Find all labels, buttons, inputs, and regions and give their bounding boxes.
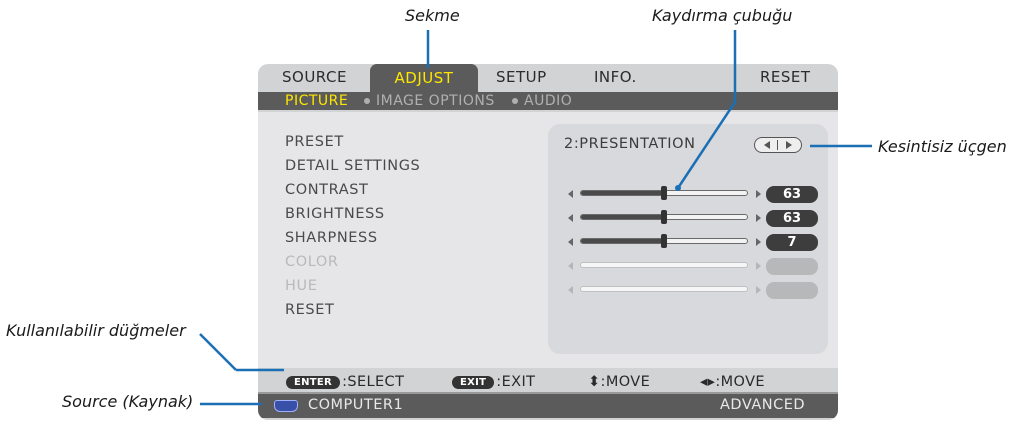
hue-slider (568, 282, 818, 299)
move-updown-hint: ⬍:MOVE (588, 374, 651, 390)
slider-track[interactable] (580, 234, 748, 248)
callout-buttons: Kullanılabilir düğmeler (6, 321, 186, 340)
projector-osd-menu: SOURCE ADJUST SETUP INFO. RESET PICTURE … (258, 64, 838, 420)
callout-triangle: Kesintisiz üçgen (878, 137, 1007, 156)
left-arrow-icon[interactable] (568, 214, 573, 222)
right-arrow-icon[interactable] (756, 214, 761, 222)
callout-source: Source (Kaynak) (62, 392, 194, 411)
tab-source[interactable]: SOURCE (282, 68, 347, 92)
subtab-separator (364, 98, 370, 104)
buttons-callout-line-diagonal (199, 333, 237, 371)
menu-mode: ADVANCED (720, 397, 806, 413)
slider-track (580, 286, 748, 292)
slider-track[interactable] (580, 210, 748, 224)
preset-label[interactable]: PRESET (285, 134, 344, 150)
source-bar: COMPUTER1 ADVANCED (258, 392, 838, 418)
slider-knob[interactable] (661, 186, 667, 200)
detail-settings-label[interactable]: DETAIL SETTINGS (285, 158, 420, 174)
tab-adjust[interactable]: ADJUST (370, 64, 478, 92)
subtab-bar: PICTURE IMAGE OPTIONS AUDIO (258, 92, 838, 110)
brightness-label[interactable]: BRIGHTNESS (285, 206, 385, 222)
exit-key-badge: EXIT (452, 376, 495, 389)
selector-divider (777, 140, 778, 150)
settings-panel: 2:PRESENTATION 63 63 7 (548, 124, 828, 354)
slider-track (580, 262, 748, 268)
enter-hint: ENTER:SELECT (286, 374, 404, 390)
contrast-slider[interactable]: 63 (568, 186, 818, 203)
slider-track[interactable] (580, 186, 748, 200)
left-arrow-icon[interactable] (568, 190, 573, 198)
slider-knob[interactable] (661, 210, 667, 224)
enter-action: :SELECT (342, 374, 405, 390)
right-triangle-icon[interactable] (786, 141, 792, 149)
right-arrow-icon (756, 286, 761, 294)
sharpness-value: 7 (766, 234, 818, 251)
exit-action: :EXIT (496, 374, 536, 390)
hue-value (766, 282, 818, 299)
exit-hint: EXIT:EXIT (452, 374, 535, 390)
source-name: COMPUTER1 (308, 397, 404, 413)
subtab-image-options[interactable]: IMAGE OPTIONS (376, 92, 495, 110)
subtab-separator (512, 98, 518, 104)
tab-setup[interactable]: SETUP (496, 68, 547, 92)
preset-value: 2:PRESENTATION (564, 136, 696, 152)
color-value (766, 258, 818, 275)
left-arrow-icon (568, 262, 573, 270)
vga-connector-icon (274, 400, 298, 412)
reset-label[interactable]: RESET (285, 302, 334, 318)
preset-selector[interactable] (754, 137, 802, 153)
right-arrow-icon (756, 262, 761, 270)
left-arrow-icon (568, 286, 573, 294)
slider-knob[interactable] (661, 234, 667, 248)
color-label: COLOR (285, 254, 339, 270)
contrast-label[interactable]: CONTRAST (285, 182, 369, 198)
menu-body: PRESET DETAIL SETTINGS CONTRAST BRIGHTNE… (258, 112, 838, 368)
move-leftright-hint: ◂▸:MOVE (700, 374, 765, 390)
tab-info[interactable]: INFO. (594, 68, 637, 92)
brightness-value: 63 (766, 210, 818, 227)
slider-fill (581, 239, 664, 243)
slider-fill (581, 215, 664, 219)
sharpness-label[interactable]: SHARPNESS (285, 230, 378, 246)
subtab-audio[interactable]: AUDIO (524, 92, 572, 110)
brightness-slider[interactable]: 63 (568, 210, 818, 227)
callout-tab: Sekme (405, 6, 460, 25)
left-triangle-icon[interactable] (764, 141, 770, 149)
left-arrow-icon[interactable] (568, 238, 573, 246)
callout-scrollbar: Kaydırma çubuğu (652, 6, 793, 25)
color-slider (568, 258, 818, 275)
right-arrow-icon[interactable] (756, 238, 761, 246)
tab-bar: SOURCE ADJUST SETUP INFO. RESET (258, 64, 838, 92)
slider-fill (581, 191, 664, 195)
subtab-picture[interactable]: PICTURE (285, 92, 348, 110)
tab-reset[interactable]: RESET (760, 68, 811, 92)
hue-label: HUE (285, 278, 318, 294)
right-arrow-icon[interactable] (756, 190, 761, 198)
contrast-value: 63 (766, 186, 818, 203)
sharpness-slider[interactable]: 7 (568, 234, 818, 251)
enter-key-badge: ENTER (286, 376, 341, 389)
